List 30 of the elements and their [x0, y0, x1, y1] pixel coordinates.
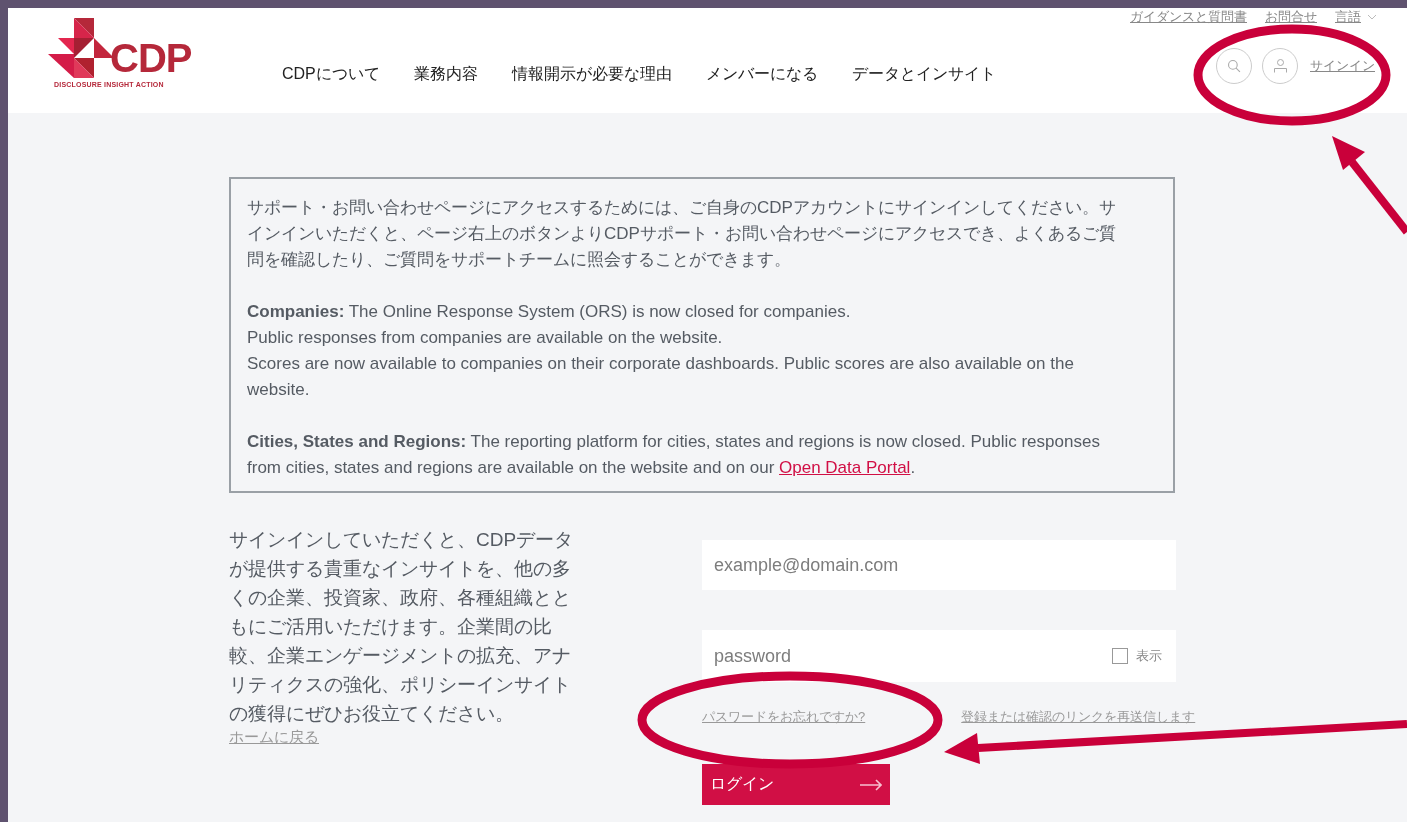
notice-text: Companies: The Online Response System (ORS) is now closed for companies. [247, 301, 852, 323]
arrow-right-icon [860, 778, 882, 791]
open-data-portal-link[interactable]: Open Data Portal [779, 458, 911, 477]
notice-text: Cities, States and Regions: The reporting platform for cities, states and regions is now closed. Public responses from cities, states and regions are available on the website and on our Open Data Portal. [247, 431, 1101, 479]
home-link[interactable]: ホームに戻る [229, 728, 319, 745]
language-dropdown[interactable]: 言語 [1335, 8, 1377, 26]
nav-link[interactable]: CDPについて [282, 64, 380, 85]
nav-link[interactable]: メンバーになる [705, 64, 818, 85]
notice-text: Scores are now available to companies on their corporate dashboards. Public scores are also available on the website. [247, 353, 1075, 401]
sign-in-link[interactable]: サインイン [1310, 57, 1375, 75]
login-button[interactable]: ログイン [702, 764, 890, 805]
forgot-password-link[interactable]: パスワードをお忘れですか? [702, 708, 866, 726]
email-field[interactable]: example@domain.com [702, 540, 1176, 590]
intro-text: サインインしていただくと、CDPデータが提供する貴重なインサイトを、他の多くの企業、投資家、政府、各種組織とともにご活用いただけます。企業間の比較、企業エンゲージメントの拡充、アナリティクスの強化、ポリシーインサイトの獲得にぜひお役立てください。 [229, 528, 575, 726]
nav-link[interactable]: 業務内容 [413, 64, 478, 85]
logo-wordmark: CDP [110, 38, 192, 78]
show-password-label: 表示 [1136, 647, 1162, 665]
show-password-checkbox[interactable] [1112, 648, 1128, 664]
user-button[interactable] [1262, 48, 1298, 84]
nav-link[interactable]: 情報開示が必要な理由 [511, 64, 672, 85]
utility-link[interactable]: お問合せ [1265, 8, 1317, 26]
search-button[interactable] [1216, 48, 1252, 84]
notice-text: Public responses from companies are available on the website. [247, 327, 724, 349]
user-icon [1273, 59, 1287, 73]
nav-link[interactable]: データとインサイト [851, 64, 996, 85]
notice-text: サポート・お問い合わせページにアクセスするためには、ご自身のCDPアカウントにサインインしてください。サインインいただくと、ページ右上のボタンよりCDPサポート・お問い合わせページにアクセスでき、よくあるご質問を確認したり、ご質問をサポートチームに照会することができます。 [247, 197, 1117, 271]
utility-link[interactable]: ガイダンスと質問書 [1130, 8, 1247, 26]
chevron-down-icon [1367, 14, 1377, 20]
resend-link[interactable]: 登録または確認のリンクを再送信します [961, 708, 1196, 726]
search-icon [1227, 59, 1241, 73]
